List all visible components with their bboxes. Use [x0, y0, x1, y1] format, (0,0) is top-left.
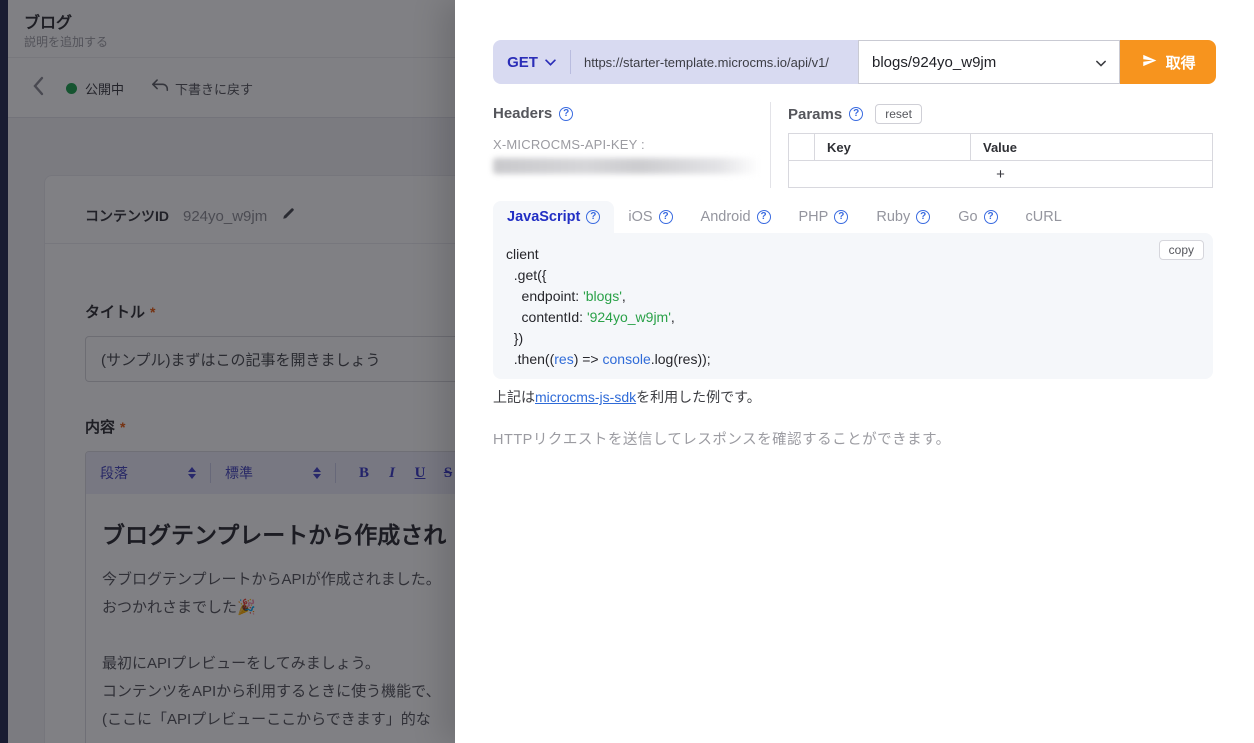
sdk-tabs: JavaScript ? iOS ? Android ? PHP ? Ruby … [493, 201, 1076, 233]
tab-php[interactable]: PHP ? [785, 201, 863, 233]
tab-curl[interactable]: cURL [1012, 201, 1076, 233]
code-text: , [622, 288, 626, 304]
code-snippet-block: copy client .get({ endpoint: 'blogs', co… [493, 233, 1213, 379]
add-param-button[interactable]: + [789, 161, 1212, 187]
help-icon[interactable]: ? [849, 107, 863, 121]
code-snippet: client .get({ endpoint: 'blogs', content… [493, 233, 1213, 381]
help-icon[interactable]: ? [757, 210, 771, 224]
http-method-value: GET [507, 54, 538, 71]
help-icon[interactable]: ? [984, 210, 998, 224]
params-col-empty [789, 134, 815, 160]
tab-label: PHP [799, 209, 829, 225]
code-text: ) => [574, 351, 603, 367]
section-divider [770, 102, 771, 188]
fetch-button[interactable]: 取得 [1120, 40, 1216, 84]
code-text: }) [506, 330, 523, 346]
params-table: Key Value + [788, 133, 1213, 188]
help-icon[interactable]: ? [586, 210, 600, 224]
code-string: 'blogs' [583, 288, 622, 304]
code-text: .log(res)); [651, 351, 711, 367]
endpoint-select-value: blogs/924yo_w9jm [872, 54, 996, 71]
tab-go[interactable]: Go ? [944, 201, 1011, 233]
api-key-label: X-MICROCMS-API-KEY : [493, 137, 759, 152]
chevron-down-icon [1096, 54, 1106, 71]
code-text: .then(( [506, 351, 554, 367]
code-text: contentId: [506, 309, 587, 325]
app-root: ブログ 説明を追加する 公開中 下書きに戻す [0, 0, 1254, 743]
sdk-note-prefix: 上記は [493, 389, 535, 405]
request-bar: GET https://starter-template.microcms.io… [493, 40, 1216, 84]
method-url-group: GET https://starter-template.microcms.io… [493, 40, 858, 84]
help-icon[interactable]: ? [559, 107, 573, 121]
code-identifier: console [603, 351, 651, 367]
params-col-key: Key [815, 134, 971, 160]
api-preview-panel: GET https://starter-template.microcms.io… [455, 0, 1254, 743]
headers-title: Headers [493, 105, 552, 122]
copy-button[interactable]: copy [1159, 240, 1204, 260]
help-icon[interactable]: ? [659, 210, 673, 224]
tab-javascript[interactable]: JavaScript ? [493, 201, 614, 233]
help-icon[interactable]: ? [916, 210, 930, 224]
tab-android[interactable]: Android ? [687, 201, 785, 233]
http-request-note: HTTPリクエストを送信してレスポンスを確認することができます。 [493, 428, 951, 449]
code-text: client [506, 246, 539, 262]
reset-params-button[interactable]: reset [875, 104, 922, 124]
send-icon [1141, 53, 1158, 71]
base-url-text: https://starter-template.microcms.io/api… [571, 40, 858, 84]
tab-label: cURL [1026, 209, 1062, 225]
tab-label: iOS [628, 209, 652, 225]
api-key-masked-value [493, 158, 759, 174]
tab-label: Android [701, 209, 751, 225]
fetch-button-label: 取得 [1166, 52, 1196, 73]
params-section: Params ? reset Key Value + [788, 104, 1213, 188]
help-icon[interactable]: ? [834, 210, 848, 224]
tab-ruby[interactable]: Ruby ? [862, 201, 944, 233]
tab-label: JavaScript [507, 209, 580, 225]
tab-label: Go [958, 209, 977, 225]
tab-ios[interactable]: iOS ? [614, 201, 686, 233]
code-string: '924yo_w9jm' [587, 309, 671, 325]
code-text: endpoint: [506, 288, 583, 304]
headers-title-row: Headers ? [493, 105, 759, 122]
code-text: , [671, 309, 675, 325]
params-col-value: Value [971, 134, 1212, 160]
tab-label: Ruby [876, 209, 910, 225]
headers-section: Headers ? X-MICROCMS-API-KEY : [493, 105, 759, 174]
code-identifier: res [554, 351, 573, 367]
sdk-note-suffix: を利用した例です。 [636, 389, 761, 405]
params-title: Params [788, 106, 842, 123]
sdk-note: 上記はmicrocms-js-sdkを利用した例です。 [493, 387, 761, 407]
params-title-row: Params ? reset [788, 104, 1213, 124]
params-table-header: Key Value [789, 134, 1212, 161]
chevron-down-icon [545, 53, 556, 71]
code-text: .get({ [506, 267, 546, 283]
sdk-link[interactable]: microcms-js-sdk [535, 389, 636, 405]
http-method-select[interactable]: GET [493, 40, 570, 84]
endpoint-select[interactable]: blogs/924yo_w9jm [858, 40, 1120, 84]
